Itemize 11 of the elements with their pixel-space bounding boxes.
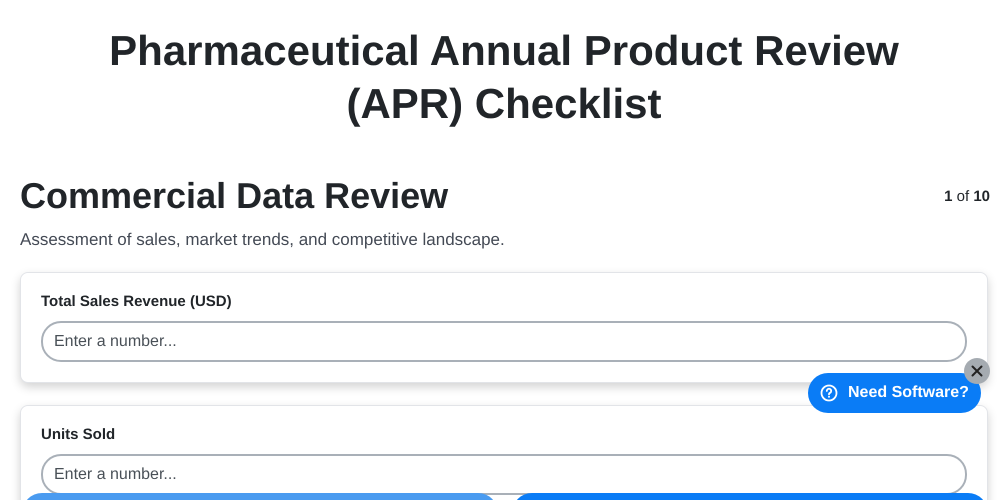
help-button[interactable]: Need Software?	[808, 373, 981, 413]
close-icon	[971, 365, 983, 377]
section-description: Assessment of sales, market trends, and competitive landscape.	[20, 230, 506, 250]
help-icon	[820, 384, 838, 402]
number-field[interactable]: Enter a number...	[41, 454, 967, 495]
page-title: Pharmaceutical Annual Product Review (APR) Checklist	[108, 26, 900, 129]
page-counter: 1 of 10	[944, 188, 990, 204]
field-label: Units Sold	[41, 426, 116, 443]
field-label: Total Sales Revenue (USD)	[41, 293, 233, 310]
number-field[interactable]: Enter a number...	[41, 321, 967, 362]
section-heading: Commercial Data Review	[20, 174, 448, 218]
